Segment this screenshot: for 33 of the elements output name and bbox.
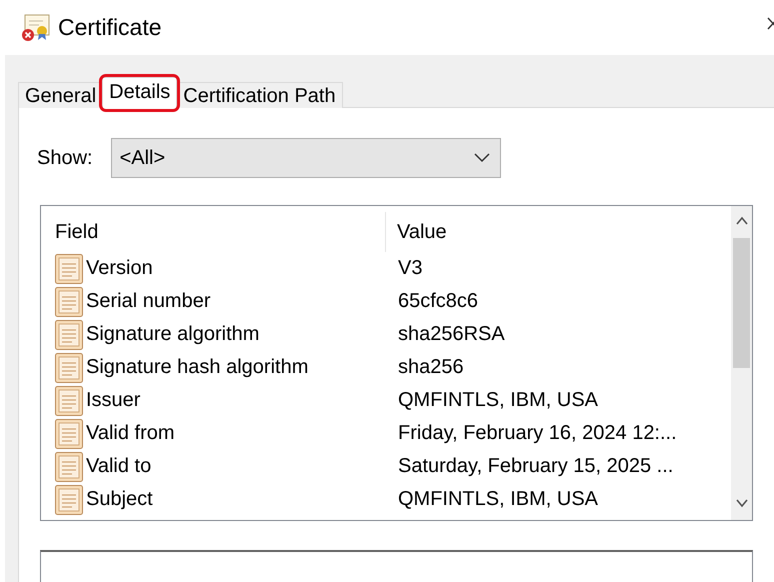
- field-value: V3: [397, 257, 422, 280]
- field-value: 65cfc8c6: [397, 290, 478, 313]
- scrollbar-thumb[interactable]: [733, 238, 750, 368]
- field-value: Friday, February 16, 2024 12:...: [397, 422, 677, 445]
- field-name: Version: [86, 257, 153, 280]
- field-name: Serial number: [86, 290, 211, 313]
- field-value: QMFINTLS, IBM, USA: [397, 488, 598, 511]
- field-value: Saturday, February 15, 2025 ...: [397, 455, 674, 478]
- column-header[interactable]: Value: [386, 220, 447, 244]
- field-icon: [54, 384, 84, 416]
- field-icon: [54, 418, 84, 450]
- field-icon: [54, 286, 84, 318]
- field-name: Valid from: [86, 422, 175, 445]
- field-icon: [54, 484, 84, 516]
- show-label: Show:: [37, 146, 93, 170]
- show-dropdown[interactable]: <All>: [110, 138, 501, 178]
- chevron-down-icon: [474, 153, 490, 163]
- field-name: Subject: [86, 488, 153, 511]
- window-title: Certificate: [58, 14, 162, 41]
- certificate-icon: [20, 12, 52, 42]
- field-value: sha256: [397, 356, 464, 379]
- field-icon: [54, 450, 84, 482]
- field-icon: [54, 252, 84, 284]
- field-name: Issuer: [86, 389, 140, 412]
- field-name: Signature algorithm: [86, 323, 260, 346]
- column-header[interactable]: Field: [41, 212, 386, 252]
- field-icon: [54, 352, 84, 384]
- field-name: Valid to: [86, 455, 152, 478]
- field-value: sha256RSA: [397, 323, 505, 346]
- field-icon: [54, 318, 84, 350]
- scrollbar[interactable]: [731, 206, 752, 520]
- field-value: QMFINTLS, IBM, USA: [397, 389, 598, 412]
- field-name: Signature hash algorithm: [86, 356, 308, 379]
